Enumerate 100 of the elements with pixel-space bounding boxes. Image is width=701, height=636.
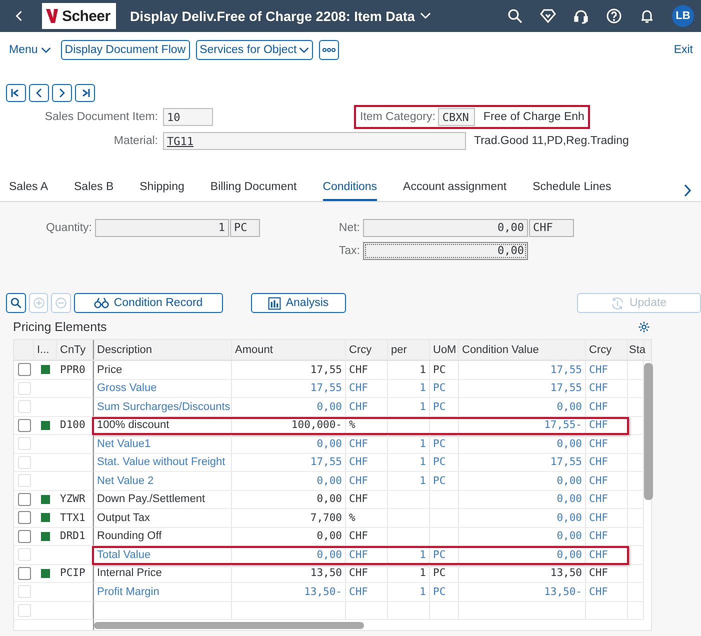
material-description: Trad.Good 11,PD,Reg.Trading: [474, 135, 629, 147]
condition-value-cell: 0,00: [459, 490, 586, 509]
column-header[interactable]: per: [388, 340, 430, 360]
field-label: Net:: [338, 222, 360, 234]
column-header[interactable]: CnTy: [57, 340, 93, 360]
toolbar-button[interactable]: Display Document Flow: [60, 40, 190, 60]
row-checkbox[interactable]: [18, 566, 30, 580]
tab[interactable]: Schedule Lines: [532, 181, 612, 201]
per-cell: 1: [388, 564, 430, 583]
caret-icon: [298, 46, 309, 54]
condition-value-cell: 17,55: [459, 454, 586, 472]
more-button[interactable]: [318, 40, 339, 60]
scrollbar-thumb[interactable]: [644, 363, 653, 500]
condition-value-cell: 17,55: [459, 380, 586, 398]
last-item-button[interactable]: [75, 84, 95, 102]
next-item-button[interactable]: [52, 84, 72, 102]
unit-field: PC: [230, 218, 260, 236]
condition-type-cell: DRD1: [57, 528, 93, 546]
description-cell: Output Tax: [93, 509, 232, 528]
row-checkbox[interactable]: [18, 511, 30, 524]
currency-cell: CHF: [586, 583, 628, 602]
help-icon[interactable]: [606, 8, 622, 24]
unit-cell: PC: [430, 435, 459, 454]
column-header[interactable]: Crcy: [346, 340, 388, 360]
per-cell: 1: [388, 380, 430, 398]
amount-cell: 0,00: [232, 490, 346, 509]
row-checkbox[interactable]: [18, 492, 30, 506]
column-header[interactable]: I...: [34, 340, 57, 360]
table-cell: [57, 583, 93, 602]
headset-icon[interactable]: [573, 8, 589, 24]
currency-cell: CHF: [346, 454, 388, 472]
zoom-icon: [10, 297, 22, 309]
row-checkbox[interactable]: [18, 418, 30, 432]
tab[interactable]: Account assignment: [403, 181, 507, 201]
row-checkbox[interactable]: [18, 363, 30, 376]
table-cell: [57, 435, 93, 454]
unit-cell: PC: [430, 454, 459, 472]
column-header[interactable]: UoM: [430, 340, 459, 360]
currency-cell: CHF: [346, 564, 388, 583]
chevron-right-icon[interactable]: [683, 184, 692, 197]
amount-cell: 17,55: [232, 361, 346, 380]
table-cell: [57, 602, 93, 620]
tab[interactable]: Billing Document: [210, 181, 297, 201]
column-header[interactable]: Crcy: [586, 340, 628, 360]
condition-type-cell: PPR0: [57, 361, 93, 380]
section-title: Pricing Elements: [13, 320, 107, 334]
app-title[interactable]: Display Deliv.Free of Charge 2208: Item Data: [130, 8, 415, 24]
condition-value-cell: 0,00: [459, 509, 586, 528]
notification-icon[interactable]: [639, 8, 655, 24]
diamond-icon[interactable]: [540, 8, 556, 24]
unit-cell: PC: [430, 380, 459, 398]
amount-cell: 17,55: [232, 380, 346, 398]
column-header[interactable]: Amount: [232, 340, 346, 360]
per-cell: 1: [388, 546, 430, 564]
currency-cell: %: [346, 416, 388, 435]
currency-cell: CHF: [346, 490, 388, 509]
field-label: Tax:: [338, 244, 360, 256]
column-header[interactable]: Condition Value: [459, 340, 586, 360]
caret-icon[interactable]: [420, 12, 431, 20]
field-label: Quantity:: [44, 222, 92, 234]
chevron-left-icon: [35, 88, 43, 98]
analysis-button[interactable]: Analysis: [250, 293, 346, 313]
column-header[interactable]: Description: [93, 340, 232, 360]
exit-link[interactable]: Exit: [674, 44, 693, 56]
column-header[interactable]: Sta: [628, 340, 644, 360]
condition-value-cell: 0,00: [459, 546, 586, 564]
unit-cell: PC: [430, 398, 459, 416]
scrollbar-thumb[interactable]: [94, 622, 364, 629]
currency-cell: CHF: [586, 454, 628, 472]
amount-cell: 0,00: [232, 528, 346, 546]
table-cell: [57, 454, 93, 472]
search-icon[interactable]: [507, 8, 523, 24]
currency-cell: CHF: [586, 416, 628, 435]
condition-value-cell: 0,00: [459, 472, 586, 490]
sales-document-item-field[interactable]: 10: [163, 108, 213, 126]
menu-button[interactable]: Menu: [9, 44, 51, 56]
user-avatar[interactable]: LB: [672, 5, 694, 27]
currency-cell: CHF: [346, 583, 388, 602]
first-item-button[interactable]: [6, 84, 26, 102]
company-logo: Scheer: [42, 3, 116, 29]
toolbar-button[interactable]: Services for Object: [196, 40, 313, 60]
condition-value-cell: 13,50-: [459, 583, 586, 602]
unit-cell: PC: [430, 564, 459, 583]
currency-cell: CHF: [346, 380, 388, 398]
material-field[interactable]: TG11: [163, 132, 466, 150]
condition-value-cell: 0,00: [459, 528, 586, 546]
row-checkbox[interactable]: [18, 530, 30, 543]
tab[interactable]: Shipping: [140, 181, 184, 201]
condition-type-cell: PCIP: [57, 564, 93, 583]
description-cell: Net Value1: [93, 435, 232, 454]
settings-icon[interactable]: [638, 321, 650, 333]
record-button[interactable]: Condition Record: [74, 293, 223, 313]
zoom-button[interactable]: [6, 293, 26, 313]
tab[interactable]: Sales B: [74, 181, 114, 201]
item-category-field[interactable]: CBXN: [438, 108, 476, 126]
previous-item-button[interactable]: [29, 84, 49, 102]
table-cell: [57, 380, 93, 398]
tab[interactable]: Sales A: [9, 181, 48, 201]
amount-cell: 13,50-: [232, 583, 346, 602]
description-cell: Profit Margin: [93, 583, 232, 602]
